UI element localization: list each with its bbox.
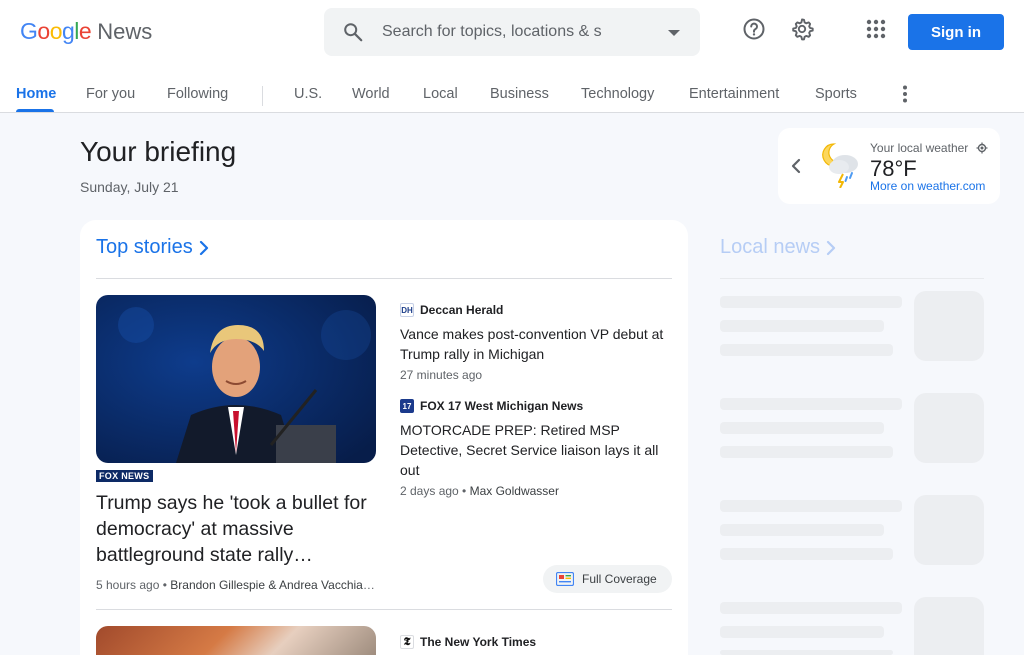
side-story-title[interactable]: Vance makes post-convention VP debut at … [400, 324, 672, 364]
side-story-author: Max Goldwasser [469, 484, 559, 498]
google-wordmark: Google [20, 18, 92, 45]
next-story-source-name: The New York Times [420, 635, 537, 649]
section-tabs: Home For you Following U.S. World Local … [0, 76, 1024, 112]
side-story-source-name: FOX 17 West Michigan News [420, 399, 584, 413]
help-icon[interactable] [742, 17, 766, 41]
skeleton-line [720, 524, 884, 536]
weather-rainy-night-icon [822, 143, 858, 188]
tab-home[interactable]: Home [16, 86, 56, 102]
logo-letter: G [20, 18, 38, 44]
side-story-source: 17 FOX 17 West Michigan News [400, 398, 672, 414]
search-box[interactable] [324, 8, 700, 56]
side-story-meta: 2 days ago • Max Goldwasser [400, 484, 559, 498]
deccan-herald-logo: DH [400, 303, 414, 317]
top-stories-heading[interactable]: Top stories [96, 236, 209, 259]
divider [720, 278, 984, 279]
apps-icon[interactable] [864, 17, 888, 41]
tab-sports[interactable]: Sports [815, 86, 857, 102]
tab-local[interactable]: Local [423, 86, 458, 102]
skeleton-line [720, 296, 902, 308]
side-story-source: DH Deccan Herald [400, 302, 672, 318]
skeleton-thumbnail [914, 597, 984, 655]
tab-entertainment[interactable]: Entertainment [689, 86, 779, 102]
active-tab-indicator [16, 109, 54, 112]
top-stories-card: Top stories FOX NEWS Trump says he 'took… [80, 220, 688, 655]
chevron-right-icon [199, 240, 208, 255]
skeleton-line [720, 548, 893, 560]
side-story-title[interactable]: MOTORCADE PREP: Retired MSP Detective, S… [400, 420, 672, 480]
skeleton-line [720, 422, 884, 434]
header: Google News Sign in Home For you Followi… [0, 0, 1024, 113]
settings-icon[interactable] [790, 17, 814, 41]
main-story-time: 5 hours ago [96, 578, 160, 592]
story-image[interactable] [96, 295, 376, 463]
skeleton-thumbnail [914, 291, 984, 361]
skeleton-line [720, 500, 902, 512]
side-story-source-name: Deccan Herald [420, 303, 504, 317]
nyt-logo: 𝕿 [400, 635, 414, 649]
full-coverage-button[interactable]: Full Coverage [543, 565, 672, 593]
skeleton-thumbnail [914, 495, 984, 565]
more-vert-icon[interactable] [895, 84, 915, 104]
next-story-source: 𝕿 The New York Times [400, 634, 672, 650]
skeleton-line [720, 602, 902, 614]
skeleton-line [720, 626, 884, 638]
main-story-meta: 5 hours ago • Brandon Gillespie & Andrea… [96, 578, 376, 592]
side-story-time: 27 minutes ago [400, 368, 483, 382]
weather-label: Your local weather [870, 141, 969, 155]
news-wordmark: News [97, 19, 153, 44]
tab-following[interactable]: Following [167, 86, 228, 102]
side-story-2[interactable]: 17 FOX 17 West Michigan News MOTORCADE P… [400, 398, 672, 498]
weather-widget[interactable]: Your local weather 78°F More on weather.… [778, 128, 1000, 204]
search-input[interactable] [382, 20, 612, 44]
logo-letter: g [61, 18, 75, 44]
full-coverage-icon [556, 572, 574, 586]
google-news-logo[interactable]: Google News [20, 18, 152, 46]
location-icon[interactable] [976, 142, 988, 154]
tab-world[interactable]: World [352, 86, 390, 102]
tab-technology[interactable]: Technology [581, 86, 654, 102]
sign-in-button[interactable]: Sign in [908, 14, 1004, 50]
skeleton-thumbnail [914, 393, 984, 463]
side-story-time: 2 days ago [400, 484, 459, 498]
skeleton-line [720, 650, 893, 655]
local-news-heading-label: Local news [720, 236, 821, 258]
divider [96, 278, 672, 279]
divider [96, 609, 672, 610]
tab-divider [262, 86, 263, 106]
fox-news-logo: FOX NEWS [96, 470, 153, 482]
side-story-1[interactable]: DH Deccan Herald Vance makes post-conven… [400, 302, 672, 382]
story-image[interactable] [96, 626, 376, 655]
main-story-title[interactable]: Trump says he 'took a bullet for democra… [96, 490, 380, 568]
page-title: Your briefing [80, 136, 237, 167]
search-icon[interactable] [342, 21, 364, 43]
skeleton-line [720, 398, 902, 410]
tab-for-you[interactable]: For you [86, 86, 135, 102]
tab-us[interactable]: U.S. [294, 86, 322, 102]
top-stories-heading-label: Top stories [96, 236, 193, 258]
briefing-date: Sunday, July 21 [80, 179, 179, 195]
skeleton-line [720, 446, 893, 458]
search-options-dropdown-icon[interactable] [668, 30, 680, 36]
weather-more-link[interactable]: More on weather.com [870, 179, 985, 193]
main-story-author: Brandon Gillespie & Andrea Vacchiano [170, 578, 376, 592]
logo-letter: e [78, 18, 92, 44]
tab-business[interactable]: Business [490, 86, 549, 102]
skeleton-line [720, 320, 884, 332]
chevron-left-icon[interactable] [790, 157, 802, 175]
full-coverage-label: Full Coverage [582, 572, 657, 586]
logo-letter: o [49, 18, 63, 44]
local-news-heading[interactable]: Local news [720, 236, 836, 259]
fox17-logo: 17 [400, 399, 414, 413]
logo-letter: o [37, 18, 50, 44]
skeleton-line [720, 344, 893, 356]
chevron-right-icon [826, 240, 836, 255]
